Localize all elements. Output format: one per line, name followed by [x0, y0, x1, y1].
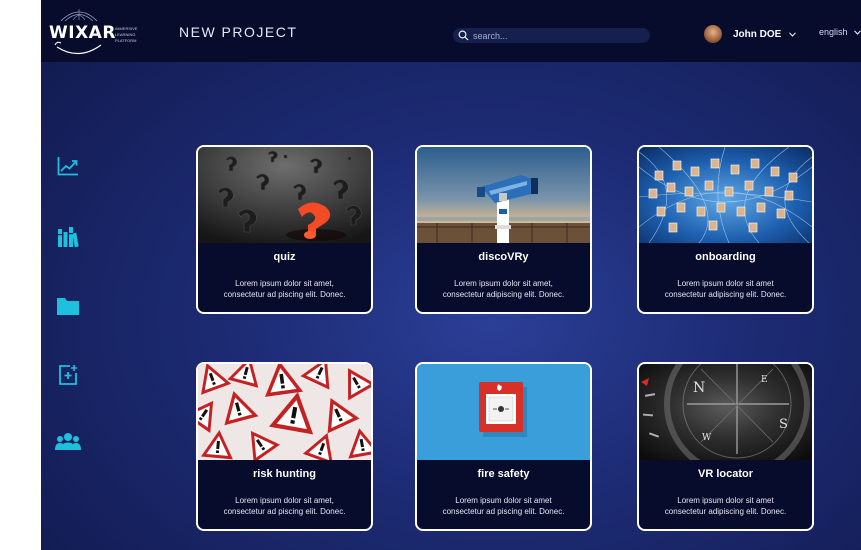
project-thumbnail	[198, 147, 371, 243]
project-description: Lorem ipsum dolor sit amet, consectetur …	[198, 495, 371, 517]
wixar-logo[interactable]: WIXAR IMMERSIVE LEARNING PLATFORM	[49, 5, 159, 57]
description-line: consectetur ad piscing elit. Donec.	[223, 507, 346, 516]
users-icon	[55, 433, 81, 450]
project-description: Lorem ipsum dolor sit amet consectetur a…	[417, 495, 590, 517]
project-thumbnail: N S E W	[639, 364, 812, 460]
project-card-fire-safety[interactable]: fire safety Lorem ipsum dolor sit amet c…	[415, 362, 592, 531]
project-description: Lorem ipsum dolor sit amet, consectetur …	[198, 278, 371, 300]
description-line: Lorem ipsum dolor sit amet,	[454, 279, 553, 288]
app-window: WIXAR IMMERSIVE LEARNING PLATFORM NEW PR…	[41, 0, 861, 550]
description-line: Lorem ipsum dolor sit amet,	[235, 279, 334, 288]
chevron-down-icon	[853, 29, 861, 35]
description-line: Lorem ipsum dolor sit amet	[455, 496, 552, 505]
description-line: consectetur ad piscing elit. Donec.	[442, 507, 565, 516]
chart-line-icon	[57, 157, 78, 176]
project-title: VR locator	[697, 468, 753, 480]
logo-subtitle-line: IMMERSIVE	[115, 26, 138, 31]
description-line: Lorem ipsum dolor sit amet	[677, 279, 774, 288]
project-description: Lorem ipsum dolor sit amet consectetur a…	[639, 278, 812, 300]
description-line: consectetur adipiscing elit. Donec.	[442, 290, 565, 299]
chevron-down-icon	[789, 31, 797, 37]
sidebar	[41, 62, 96, 550]
project-card-risk-hunting[interactable]: risk hunting Lorem ipsum dolor sit amet,…	[196, 362, 373, 531]
project-thumbnail	[639, 147, 812, 243]
project-description: Lorem ipsum dolor sit amet consectetur a…	[639, 495, 812, 517]
logo-text: WIXAR	[49, 23, 116, 43]
project-thumbnail	[417, 364, 590, 460]
user-menu[interactable]: John DOE	[704, 23, 797, 45]
top-bar: WIXAR IMMERSIVE LEARNING PLATFORM NEW PR…	[41, 0, 861, 62]
language-label: english	[819, 27, 848, 37]
sidebar-item-folders[interactable]	[53, 291, 83, 321]
project-title: fire safety	[477, 468, 530, 480]
sidebar-item-library[interactable]	[53, 222, 83, 252]
project-card-vr-locator[interactable]: N S E W VR locator Lorem ipsum dolor sit…	[637, 362, 814, 531]
svg-text:E: E	[761, 375, 768, 385]
project-card-quiz[interactable]: quiz Lorem ipsum dolor sit amet, consect…	[196, 145, 373, 314]
project-description: Lorem ipsum dolor sit amet, consectetur …	[417, 278, 590, 300]
project-title: onboarding	[695, 251, 756, 263]
description-line: consectetur adipiscing elit. Donec.	[664, 507, 787, 516]
books-icon	[58, 227, 79, 248]
page-title: NEW PROJECT	[179, 24, 298, 40]
language-select[interactable]: english	[819, 27, 861, 37]
logo-subtitle-line: LEARNING	[115, 32, 136, 37]
search-input[interactable]	[473, 29, 643, 42]
svg-text:S: S	[779, 417, 788, 432]
project-title: quiz	[273, 251, 296, 263]
project-thumbnail	[417, 147, 590, 243]
search-icon	[458, 30, 469, 41]
project-title: risk hunting	[253, 468, 316, 480]
description-line: Lorem ipsum dolor sit amet	[677, 496, 774, 505]
avatar	[704, 25, 722, 43]
svg-text:N: N	[693, 380, 705, 396]
sidebar-item-new-project[interactable]	[53, 360, 83, 390]
search-bar[interactable]	[453, 28, 650, 43]
sidebar-item-analytics[interactable]	[53, 151, 83, 181]
project-title: discoVRy	[478, 251, 529, 263]
user-name: John DOE	[733, 28, 782, 40]
project-card-onboarding[interactable]: onboarding Lorem ipsum dolor sit amet co…	[637, 145, 814, 314]
folder-icon	[57, 298, 79, 315]
svg-text:W: W	[702, 433, 712, 443]
sidebar-item-users[interactable]	[53, 426, 83, 456]
logo-subtitle-line: PLATFORM	[115, 38, 137, 43]
description-line: consectetur ad piscing elit. Donec.	[223, 290, 346, 299]
add-document-icon	[59, 365, 77, 385]
project-thumbnail	[198, 364, 371, 460]
description-line: consectetur adipiscing elit. Donec.	[664, 290, 787, 299]
description-line: Lorem ipsum dolor sit amet,	[235, 496, 334, 505]
project-card-discovry[interactable]: discoVRy Lorem ipsum dolor sit amet, con…	[415, 145, 592, 314]
